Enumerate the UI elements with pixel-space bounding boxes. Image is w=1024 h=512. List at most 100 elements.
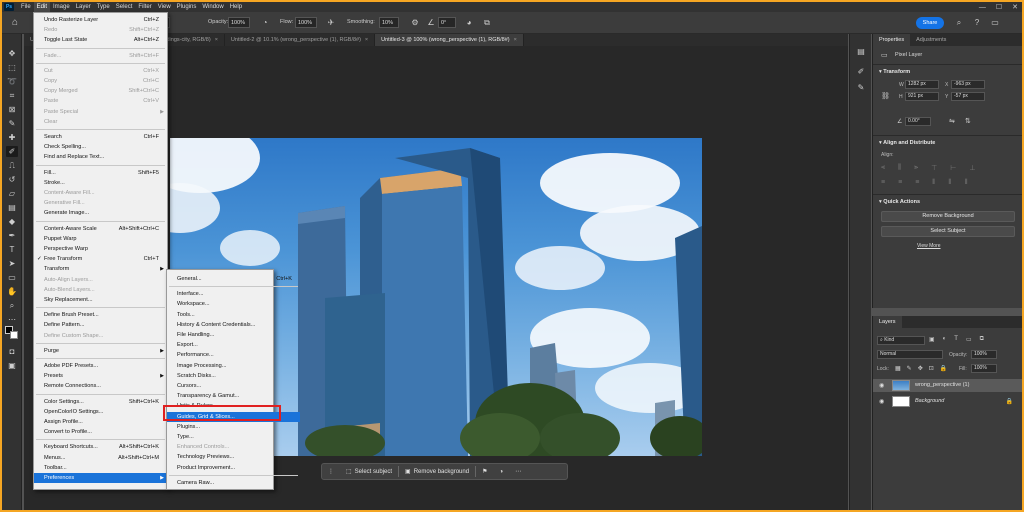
quick-actions-header[interactable]: ▾ Quick Actions (879, 199, 920, 205)
close-icon[interactable]: × (215, 37, 218, 43)
menu-item-plugins[interactable]: Plugins... (167, 422, 300, 432)
distribute-center-icon[interactable]: ⦀ (948, 179, 951, 187)
menu-item-search[interactable]: Search Ctrl+F (34, 132, 167, 142)
search-icon[interactable]: ⌕ (954, 18, 964, 28)
more-options-icon[interactable]: ⋯ (509, 463, 527, 480)
close-icon[interactable]: ✕ (1012, 3, 1018, 11)
remove-background-button[interactable]: ▣ Remove background (399, 463, 475, 480)
menu-item-stroke[interactable]: Stroke... (34, 178, 167, 188)
menu-plugins[interactable]: Plugins (174, 2, 200, 12)
symmetry-icon[interactable]: ⧉ (482, 18, 492, 28)
menu-item-toolbar[interactable]: Toolbar... (34, 463, 167, 473)
minimize-icon[interactable]: — (979, 4, 986, 11)
menu-item-content-aware-scale[interactable]: Content-Aware Scale Alt+Shift+Ctrl+C (34, 224, 167, 234)
crop-tool-icon[interactable]: ⌗ (6, 90, 18, 101)
layer-opacity-input[interactable]: 100% (971, 350, 997, 359)
filter-shape-icon[interactable]: ▭ (966, 336, 972, 343)
flip-vertical-icon[interactable]: ⇅ (965, 117, 971, 125)
menu-item-preferences[interactable]: Preferences ▶ (34, 473, 167, 483)
fill-input[interactable]: 100% (971, 364, 997, 373)
help-icon[interactable]: ? (972, 18, 982, 28)
distribute-bottom-icon[interactable]: ≡ (915, 179, 919, 187)
menu-item-menus[interactable]: Menus... Alt+Shift+Ctrl+M (34, 453, 167, 463)
path-selection-tool-icon[interactable]: ➤ (6, 258, 18, 269)
more-tools-icon[interactable]: ⋯ (6, 314, 18, 325)
marquee-tool-icon[interactable]: ⬚ (6, 62, 18, 73)
lock-transparent-icon[interactable]: ▦ (895, 365, 901, 372)
menu-type[interactable]: Type (94, 2, 113, 12)
y-input[interactable]: -57 px (951, 92, 985, 101)
remove-background-button[interactable]: Remove Background (881, 211, 1015, 222)
brushes-panel-icon[interactable]: ✎ (855, 82, 867, 94)
blur-tool-icon[interactable]: ◆ (6, 216, 18, 227)
x-input[interactable]: -963 px (951, 80, 985, 89)
menu-item-assign-profile[interactable]: Assign Profile... (34, 417, 167, 427)
filter-smart-icon[interactable]: ⧉ (980, 336, 984, 343)
airbrush-icon[interactable]: ✈ (326, 18, 336, 28)
history-brush-tool-icon[interactable]: ↺ (6, 174, 18, 185)
menu-item-camera-raw[interactable]: Camera Raw... (167, 478, 300, 488)
distribute-right-icon[interactable]: ⦀ (964, 179, 967, 187)
menu-item-cursors[interactable]: Cursors... (167, 381, 300, 391)
smoothing-input[interactable]: 10% (379, 17, 399, 28)
lock-all-icon[interactable]: 🔒 (940, 365, 947, 372)
height-input[interactable]: 921 px (905, 92, 939, 101)
link-dimensions-icon[interactable]: ⛓ (881, 92, 890, 100)
transform-header[interactable]: ▾ Transform (879, 69, 910, 75)
menu-view[interactable]: View (155, 2, 174, 12)
menu-item-scratch-disks[interactable]: Scratch Disks... (167, 371, 300, 381)
close-icon[interactable]: × (365, 37, 368, 43)
menu-item-define-pattern[interactable]: Define Pattern... (34, 320, 167, 330)
menu-item-toggle-last-state[interactable]: Toggle Last State Alt+Ctrl+Z (34, 35, 167, 45)
lock-position-icon[interactable]: ✥ (918, 365, 923, 372)
menu-item-interface[interactable]: Interface... (167, 289, 300, 299)
tab-adjustments[interactable]: Adjustments (910, 34, 952, 46)
menu-file[interactable]: File (18, 2, 34, 12)
brush-tool-icon[interactable]: ✐ (6, 146, 18, 157)
angle-input[interactable]: 0.00° (905, 117, 931, 126)
move-tool-icon[interactable]: ✥ (6, 48, 18, 59)
menu-item-tools[interactable]: Tools... (167, 310, 300, 320)
blend-mode-select[interactable]: Normal (877, 350, 943, 359)
eyedropper-tool-icon[interactable]: ✎ (6, 118, 18, 129)
align-center-h-icon[interactable]: ⫼ (898, 164, 901, 172)
flag-icon[interactable]: ⚑ (476, 463, 493, 480)
menu-item-find-and-replace-text[interactable]: Find and Replace Text... (34, 152, 167, 162)
drag-handle-icon[interactable]: ⋮ (322, 463, 340, 480)
menu-item-free-transform[interactable]: ✓ Free Transform Ctrl+T (34, 254, 167, 264)
menu-item-sky-replacement[interactable]: Sky Replacement... (34, 295, 167, 305)
history-panel-icon[interactable]: ▤ (855, 46, 867, 58)
menu-item-product-improvement[interactable]: Product Improvement... (167, 463, 300, 473)
brush-settings-icon[interactable]: ✐ (855, 66, 867, 78)
select-subject-button[interactable]: Select Subject (881, 226, 1015, 237)
distribute-top-icon[interactable]: ≡ (881, 179, 885, 187)
width-input[interactable]: 1282 px (905, 80, 939, 89)
menu-item-puppet-warp[interactable]: Puppet Warp (34, 234, 167, 244)
menu-item-opencolorio-settings[interactable]: OpenColorIO Settings... (34, 407, 167, 417)
flow-input[interactable]: 100% (295, 17, 317, 28)
home-icon[interactable]: ⌂ (9, 17, 21, 29)
menu-layer[interactable]: Layer (73, 2, 94, 12)
zoom-tool-icon[interactable]: ⌕ (6, 300, 18, 311)
menu-item-transform[interactable]: Transform ▶ (34, 264, 167, 274)
menu-item-export[interactable]: Export... (167, 340, 300, 350)
view-more-link[interactable]: View More (917, 243, 941, 249)
menu-item-general[interactable]: General... Ctrl+K (167, 274, 300, 284)
layer-row[interactable]: ◉ wrong_perspective (1) (873, 379, 1022, 392)
menu-item-undo-rasterize-layer[interactable]: Undo Rasterize Layer Ctrl+Z (34, 15, 167, 25)
align-header[interactable]: ▾ Align and Distribute (879, 140, 935, 146)
filter-adjustment-icon[interactable]: ◐ (943, 336, 947, 343)
pressure-opacity-icon[interactable]: ◔ (260, 18, 270, 28)
gradient-tool-icon[interactable]: ▤ (6, 202, 18, 213)
menu-item-technology-previews[interactable]: Technology Previews... (167, 452, 300, 462)
menu-item-presets[interactable]: Presets ▶ (34, 371, 167, 381)
menu-item-convert-to-profile[interactable]: Convert to Profile... (34, 427, 167, 437)
menu-help[interactable]: Help (227, 2, 245, 12)
maximize-icon[interactable]: ☐ (996, 3, 1002, 11)
menu-item-purge[interactable]: Purge ▶ (34, 346, 167, 356)
visibility-eye-icon[interactable]: ◉ (879, 398, 884, 405)
workspace-icon[interactable]: ▭ (990, 18, 1000, 28)
menu-window[interactable]: Window (199, 2, 226, 12)
menu-item-keyboard-shortcuts[interactable]: Keyboard Shortcuts... Alt+Shift+Ctrl+K (34, 442, 167, 452)
menu-item-image-processing[interactable]: Image Processing... (167, 361, 300, 371)
